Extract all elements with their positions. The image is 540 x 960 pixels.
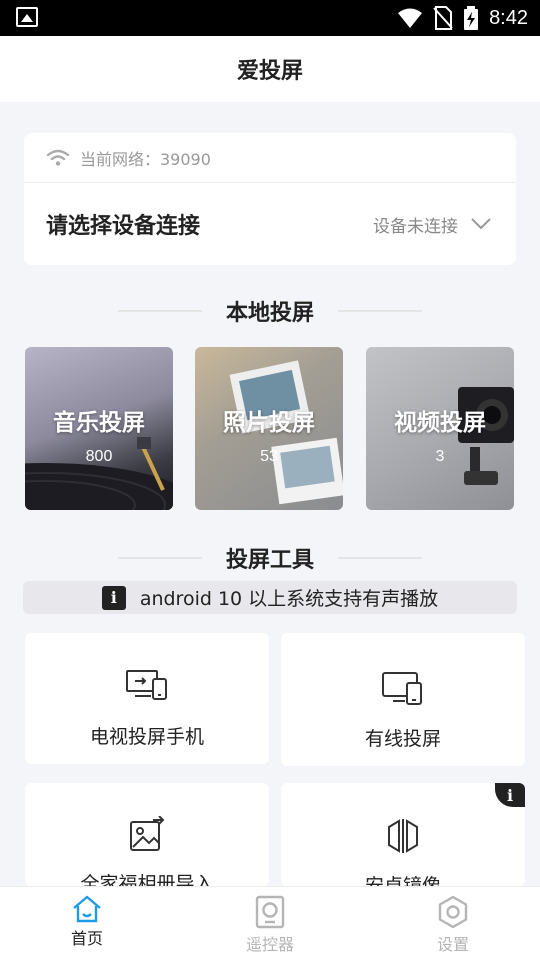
tools-title: 投屏工具 — [225, 548, 314, 573]
photo-import-label: 全家福相册导入 — [80, 873, 214, 886]
media-cards: 音乐投屏 800 照片投屏 53 视频投屏 3 — [25, 347, 515, 510]
notice-banner: i android 10 以上系统支持有声播放 — [23, 581, 517, 614]
device-select-row[interactable]: 请选择设备连接 设备未连接 — [24, 183, 516, 265]
image-icon — [16, 7, 38, 27]
local-cast-heading: 本地投屏 — [0, 294, 540, 328]
music-cast-card[interactable]: 音乐投屏 800 — [25, 347, 173, 510]
wifi-icon — [46, 149, 70, 167]
network-row: 当前网络：39090 — [24, 133, 516, 183]
home-icon — [73, 895, 101, 923]
info-icon: i — [101, 585, 126, 610]
remote-icon — [255, 895, 285, 929]
info-badge-icon: i — [495, 783, 525, 807]
tv-to-phone-label: 电视投屏手机 — [89, 726, 204, 748]
status-time: 8:42 — [489, 6, 528, 29]
network-label: 当前网络：39090 — [80, 149, 211, 169]
tv-to-phone-icon — [126, 670, 167, 700]
wired-cast-button[interactable]: 有线投屏 — [281, 633, 525, 766]
tab-home-label: 首页 — [70, 929, 103, 948]
tab-settings[interactable]: 设置 — [393, 887, 513, 960]
video-cast-card[interactable]: 视频投屏 3 — [366, 347, 514, 510]
photo-cast-card[interactable]: 照片投屏 53 — [195, 347, 343, 510]
tv-to-phone-button[interactable]: 电视投屏手机 — [25, 633, 269, 764]
no-sim-icon — [433, 6, 453, 30]
status-bar: 8:42 — [0, 0, 540, 36]
tab-home[interactable]: 首页 — [27, 887, 147, 960]
photo-import-button[interactable]: 全家福相册导入 — [25, 783, 269, 886]
bottom-tab-bar: 首页 遥控器 设置 — [0, 886, 540, 960]
wifi-icon — [398, 8, 423, 28]
photo-import-icon — [130, 816, 165, 851]
wired-cast-icon — [382, 672, 422, 705]
vinyl-record-image — [25, 437, 173, 510]
choose-device-label: 请选择设备连接 — [46, 214, 201, 239]
device-status: 设备未连接 — [373, 216, 458, 237]
photo-cast-name: 照片投屏 — [223, 410, 315, 436]
android-mirror-label: 安卓镜像 — [364, 875, 441, 886]
video-cast-count: 3 — [435, 448, 445, 465]
notice-text: android 10 以上系统支持有声播放 — [139, 588, 439, 610]
android-mirror-button[interactable]: i 安卓镜像 — [281, 783, 525, 886]
music-cast-count: 800 — [85, 448, 113, 465]
tools-heading: 投屏工具 — [0, 541, 540, 575]
title-bar: 爱投屏 — [0, 36, 540, 102]
music-cast-name: 音乐投屏 — [53, 410, 145, 436]
video-cast-name: 视频投屏 — [394, 410, 486, 436]
settings-icon — [438, 895, 468, 929]
page-title: 爱投屏 — [236, 59, 303, 84]
network-card: 当前网络：39090 请选择设备连接 设备未连接 — [24, 133, 516, 265]
mirror-icon — [388, 819, 418, 853]
tab-remote[interactable]: 遥控器 — [210, 887, 330, 960]
tab-remote-label: 遥控器 — [245, 935, 294, 954]
local-cast-title: 本地投屏 — [225, 301, 314, 326]
battery-charging-icon — [464, 6, 479, 30]
tab-settings-label: 设置 — [436, 935, 469, 954]
photo-cast-count: 53 — [260, 448, 278, 465]
wired-cast-label: 有线投屏 — [364, 728, 441, 750]
chevron-down-icon[interactable] — [470, 217, 492, 231]
